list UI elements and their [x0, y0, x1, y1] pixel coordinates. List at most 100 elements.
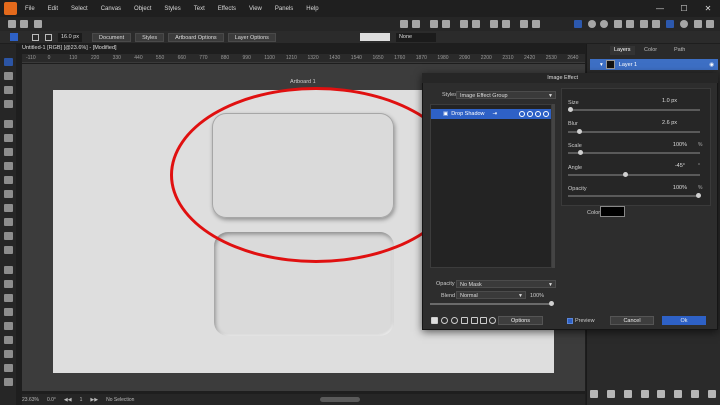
transform-icon[interactable]	[32, 33, 39, 41]
scale-slider[interactable]	[568, 150, 700, 155]
size-value[interactable]: 1.0 px	[647, 98, 677, 104]
chart-tool-icon[interactable]	[4, 350, 13, 358]
paste-icon[interactable]	[480, 317, 487, 324]
lock-icon[interactable]	[657, 390, 666, 398]
menu-effects[interactable]: Effects	[218, 6, 236, 12]
param-opacity-knob[interactable]	[696, 193, 701, 198]
close-button[interactable]: ✕	[696, 0, 720, 17]
size-knob[interactable]	[568, 107, 573, 112]
tab-layers[interactable]: Layers	[610, 46, 635, 55]
expand-chevron-icon[interactable]: ▾	[600, 62, 603, 68]
rotation-angle[interactable]: 0.0°	[47, 397, 56, 403]
cancel-effect-icon[interactable]	[451, 317, 458, 324]
size-slider[interactable]	[568, 107, 700, 112]
menu-help[interactable]: Help	[306, 6, 318, 12]
node-tool-icon[interactable]	[4, 72, 13, 80]
minimize-button[interactable]: —	[648, 0, 672, 17]
text-tool-icon[interactable]	[4, 148, 13, 156]
boolean-icon[interactable]	[490, 20, 498, 28]
fill-icon[interactable]	[588, 20, 596, 28]
blend-opacity-slider[interactable]	[430, 301, 554, 306]
measure-tool-icon[interactable]	[4, 308, 13, 316]
effect-list-scrollbar[interactable]	[552, 104, 555, 268]
gradient-tool-icon[interactable]	[4, 176, 13, 184]
preview-checkbox[interactable]	[567, 318, 573, 324]
layer-visibility-icon[interactable]: ◉	[709, 62, 714, 68]
pen-tool-icon[interactable]	[4, 86, 13, 94]
copy-icon[interactable]	[471, 317, 478, 324]
opacity-mask-dropdown[interactable]: No Mask ▼	[456, 280, 556, 288]
menu-canvas[interactable]: Canvas	[101, 6, 121, 12]
remove-effect-icon[interactable]	[543, 111, 549, 117]
param-opacity-value[interactable]: 100%	[657, 185, 687, 191]
page-nav-next-icon[interactable]: ▶▶	[90, 397, 98, 403]
menu-edit[interactable]: Edit	[48, 6, 58, 12]
group-icon[interactable]	[460, 20, 468, 28]
effect-item-drop-shadow[interactable]: ▣ Drop Shadow ⇥	[431, 109, 551, 119]
more-tools-icon[interactable]	[4, 378, 13, 386]
blend-mode-dropdown[interactable]: Normal ▼	[456, 291, 526, 299]
angle-knob[interactable]	[623, 172, 628, 177]
zoom-tool-icon[interactable]	[4, 232, 13, 240]
snap-icon[interactable]	[520, 20, 528, 28]
angle-slider[interactable]	[568, 172, 700, 177]
mask-icon[interactable]	[623, 390, 632, 398]
menu-styles[interactable]: Styles	[164, 6, 180, 12]
blend-opacity-knob[interactable]	[549, 301, 554, 306]
menu-object[interactable]: Object	[134, 6, 151, 12]
color-tool-icon[interactable]	[4, 266, 13, 274]
add-group-icon[interactable]	[607, 390, 616, 398]
styles-dropdown[interactable]: Image Effect Group ▼	[456, 91, 556, 99]
slice-tool-icon[interactable]	[4, 294, 13, 302]
view-mode-icon[interactable]	[614, 20, 622, 28]
pointer-tool-icon[interactable]	[4, 58, 13, 66]
symbol-tool-icon[interactable]	[4, 322, 13, 330]
horizontal-scrollbar[interactable]	[320, 397, 360, 402]
page-number[interactable]: 1	[80, 397, 83, 403]
styles-button[interactable]: Styles	[135, 32, 165, 42]
app-logo-icon[interactable]	[4, 2, 17, 15]
menu-file[interactable]: File	[25, 6, 35, 12]
options-button[interactable]: Options	[498, 316, 543, 325]
circle-icon[interactable]	[680, 20, 688, 28]
flip-icon[interactable]	[502, 20, 510, 28]
align-center-icon[interactable]	[412, 20, 420, 28]
tab-path[interactable]: Path	[670, 46, 689, 55]
color-picker-icon[interactable]	[574, 20, 582, 28]
add-effect-icon[interactable]	[431, 317, 438, 324]
rectangle-tool-icon[interactable]	[4, 134, 13, 142]
menu-view[interactable]: View	[249, 6, 262, 12]
tab-color[interactable]: Color	[640, 46, 661, 55]
swap-colors-icon[interactable]	[4, 280, 13, 288]
overlay-icon[interactable]	[527, 111, 533, 117]
align-left-icon[interactable]	[400, 20, 408, 28]
menu-panels[interactable]: Panels	[275, 6, 293, 12]
font-size-icon[interactable]	[45, 33, 52, 41]
param-opacity-slider[interactable]	[568, 193, 701, 198]
brush-tool-icon[interactable]	[4, 100, 13, 108]
menu-select[interactable]: Select	[71, 6, 88, 12]
maximize-button[interactable]: ☐	[672, 0, 696, 17]
hand-tool-icon[interactable]	[4, 246, 13, 254]
shadow-color-swatch[interactable]	[600, 206, 625, 217]
pixel-icon[interactable]	[640, 20, 648, 28]
help-icon[interactable]	[706, 20, 714, 28]
knife-tool-icon[interactable]	[4, 218, 13, 226]
undo-icon[interactable]	[8, 20, 16, 28]
info-icon[interactable]	[489, 317, 496, 324]
blend-percent[interactable]: 100%	[530, 293, 544, 299]
layer-row[interactable]: ▾ Layer 1 ◉	[590, 59, 718, 70]
workspace-icon[interactable]	[666, 20, 674, 28]
document-tab[interactable]: Untitled-1 [RGB] [@23.6%] - [Modified]	[22, 44, 117, 53]
blend-dropdown[interactable]: None	[395, 32, 436, 42]
angle-value[interactable]: -45°	[655, 163, 685, 169]
outline-icon[interactable]	[626, 20, 634, 28]
fill-tool-icon[interactable]	[4, 162, 13, 170]
trash-icon[interactable]	[461, 317, 468, 324]
eyedropper-tool-icon[interactable]	[4, 190, 13, 198]
blur-value[interactable]: 2.6 px	[647, 120, 677, 126]
arrange-icon[interactable]	[442, 20, 450, 28]
layer-options-button[interactable]: Layer Options	[227, 32, 276, 42]
refresh-icon[interactable]	[34, 20, 42, 28]
blur-slider[interactable]	[568, 129, 700, 134]
